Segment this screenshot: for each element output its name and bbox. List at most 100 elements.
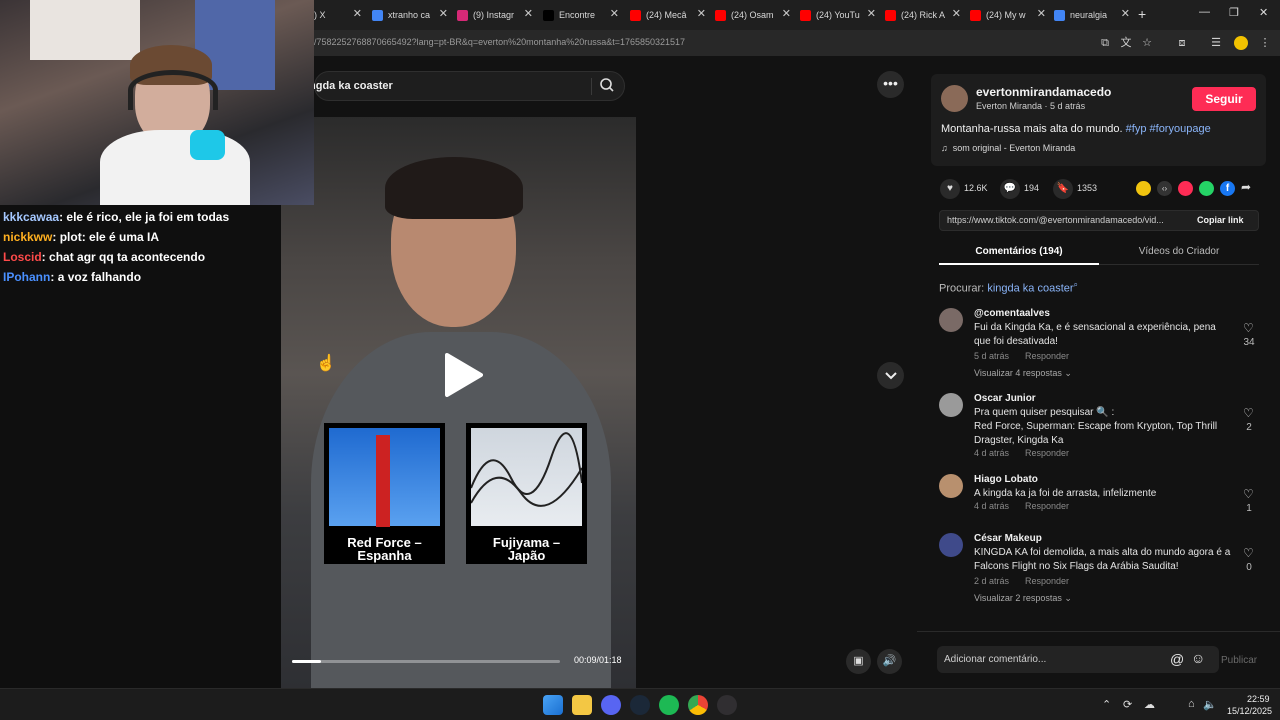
bookmark-star-icon[interactable]: ☆ (1140, 36, 1154, 50)
author-username[interactable]: evertonmirandamacedo (976, 85, 1111, 99)
copy-link-button[interactable]: Copiar link (1197, 215, 1244, 225)
tab-close-icon[interactable]: ✕ (353, 7, 362, 20)
browser-tab[interactable]: (24) Mecâ ✕ (630, 4, 706, 26)
save-button[interactable]: 🔖 (1053, 179, 1073, 199)
install-app-icon[interactable]: ⧉ (1098, 36, 1112, 50)
comment-like-icon[interactable]: ♡ (1243, 546, 1254, 560)
chrome-icon[interactable] (688, 695, 708, 715)
tray-sync-icon[interactable]: ⟳ (1123, 698, 1132, 711)
search-term-link[interactable]: kingda ka coaster (987, 283, 1073, 295)
chat-username[interactable]: Loscid (3, 250, 42, 264)
related-search[interactable]: Procurar: kingda ka coaster⌕ (939, 280, 1078, 295)
sound-row[interactable]: ♫ som original - Everton Miranda (941, 143, 1075, 153)
comment-like-icon[interactable]: ♡ (1243, 406, 1254, 420)
comment-button[interactable]: 💬 (1000, 179, 1020, 199)
facebook-icon[interactable]: f (1220, 181, 1235, 196)
windows-start-icon[interactable] (543, 695, 563, 715)
video-player[interactable]: Red Force – Espanha Fujiyama – Japão 00:… (281, 117, 636, 688)
comment-input-placeholder[interactable]: Adicionar comentário... (944, 654, 1046, 665)
obs-icon[interactable] (717, 695, 737, 715)
like-button[interactable]: ♥ (940, 179, 960, 199)
comment-author[interactable]: Hiago Lobato (974, 474, 1038, 485)
chat-username[interactable]: IPohann (3, 270, 50, 284)
comment-author[interactable]: César Makeup (974, 533, 1042, 544)
send-friends-icon[interactable] (1178, 181, 1193, 196)
menu-kebab-icon[interactable]: ⋮ (1258, 36, 1272, 50)
file-explorer-icon[interactable] (572, 695, 592, 715)
tab-comments[interactable]: Comentários (194) (939, 246, 1099, 257)
tab-close-icon[interactable]: ✕ (867, 7, 876, 20)
url-text[interactable]: /7582252768870665492?lang=pt-BR&q=everto… (314, 37, 685, 47)
view-replies-button[interactable]: Visualizar 4 respostas ⌄ (974, 368, 1072, 379)
tab-close-icon[interactable]: ✕ (1121, 7, 1130, 20)
browser-tab[interactable]: neuralgia ✕ (1054, 4, 1130, 26)
tab-close-icon[interactable]: ✕ (439, 7, 448, 20)
tray-network-icon[interactable]: ⌂ (1188, 698, 1195, 710)
tray-chevron-icon[interactable]: ⌃ (1102, 698, 1111, 711)
share-link-text[interactable]: https://www.tiktok.com/@evertonmirandama… (947, 215, 1187, 225)
tray-cloud-icon[interactable]: ☁ (1144, 698, 1155, 711)
clock-time[interactable]: 22:59 (1247, 694, 1270, 704)
tab-creator-videos[interactable]: Vídeos do Criador (1099, 246, 1259, 257)
reply-button[interactable]: Responder (1025, 448, 1069, 458)
profile-avatar-icon[interactable] (1234, 36, 1248, 50)
publish-button[interactable]: Publicar (1221, 655, 1257, 666)
view-replies-button[interactable]: Visualizar 2 respostas ⌄ (974, 593, 1072, 604)
embed-icon[interactable]: ‹› (1157, 181, 1172, 196)
reading-list-icon[interactable]: ☰ (1209, 36, 1223, 50)
translate-icon[interactable]: 文 (1119, 36, 1133, 50)
tab-close-icon[interactable]: ✕ (1037, 7, 1046, 20)
search-input[interactable]: ngda ka coaster (309, 80, 393, 92)
extensions-icon[interactable]: ⧈ (1175, 36, 1189, 50)
pip-button[interactable]: ▣ (846, 649, 871, 674)
spotify-icon[interactable] (659, 695, 679, 715)
play-icon[interactable] (443, 353, 483, 402)
tab-close-icon[interactable]: ✕ (782, 7, 791, 20)
emoji-icon[interactable]: ☺ (1191, 650, 1205, 666)
tray-volume-icon[interactable]: 🔈 (1203, 698, 1217, 711)
browser-tab[interactable]: xtranho ca ✕ (372, 4, 448, 26)
comment-avatar[interactable] (939, 474, 963, 498)
new-tab-button[interactable]: + (1138, 6, 1146, 22)
share-coin-icon[interactable] (1136, 181, 1151, 196)
whatsapp-icon[interactable] (1199, 181, 1214, 196)
comment-like-icon[interactable]: ♡ (1243, 321, 1254, 335)
browser-tab[interactable]: (24) My w ✕ (970, 4, 1046, 26)
comment-avatar[interactable] (939, 308, 963, 332)
comment-like-icon[interactable]: ♡ (1243, 487, 1254, 501)
reply-button[interactable]: Responder (1025, 501, 1069, 511)
comment-avatar[interactable] (939, 393, 963, 417)
chat-username[interactable]: nickkww (3, 230, 52, 244)
browser-tab[interactable]: (24) Rick A ✕ (885, 4, 961, 26)
search-icon[interactable] (599, 77, 615, 98)
comment-input-box[interactable]: Adicionar comentário... @ ☺ (937, 646, 1219, 673)
minimize-icon[interactable]: — (1199, 6, 1210, 18)
share-arrow-icon[interactable]: ➦ (1241, 180, 1251, 194)
author-avatar[interactable] (941, 85, 968, 112)
comment-author[interactable]: Oscar Junior (974, 393, 1036, 404)
mention-icon[interactable]: @ (1170, 651, 1184, 667)
browser-tab[interactable]: (24) YouTu ✕ (800, 4, 876, 26)
next-video-button[interactable] (877, 362, 904, 389)
tab-close-icon[interactable]: ✕ (697, 7, 706, 20)
tab-close-icon[interactable]: ✕ (952, 7, 961, 20)
search-bar[interactable]: ngda ka coaster (309, 71, 625, 101)
progress-track[interactable] (292, 660, 560, 663)
browser-tab[interactable]: (9) Instagr ✕ (457, 4, 533, 26)
discord-icon[interactable] (601, 695, 621, 715)
reply-button[interactable]: Responder (1025, 576, 1069, 586)
steam-icon[interactable] (630, 695, 650, 715)
close-window-icon[interactable]: ✕ (1259, 6, 1268, 19)
clock-date[interactable]: 15/12/2025 (1227, 706, 1272, 716)
comment-avatar[interactable] (939, 533, 963, 557)
reply-button[interactable]: Responder (1025, 351, 1069, 361)
more-options-button[interactable]: ••• (877, 71, 904, 98)
chat-username[interactable]: kkkcawaa (3, 210, 59, 224)
tab-close-icon[interactable]: ✕ (610, 7, 619, 20)
comment-author[interactable]: @comentaalves (974, 308, 1050, 319)
volume-button[interactable]: 🔊 (877, 649, 902, 674)
browser-tab[interactable]: (24) Osam ✕ (715, 4, 791, 26)
browser-tab[interactable]: Encontre ✕ (543, 4, 619, 26)
hashtags-link[interactable]: #fyp #foryoupage (1126, 123, 1211, 135)
tab-close-icon[interactable]: ✕ (524, 7, 533, 20)
